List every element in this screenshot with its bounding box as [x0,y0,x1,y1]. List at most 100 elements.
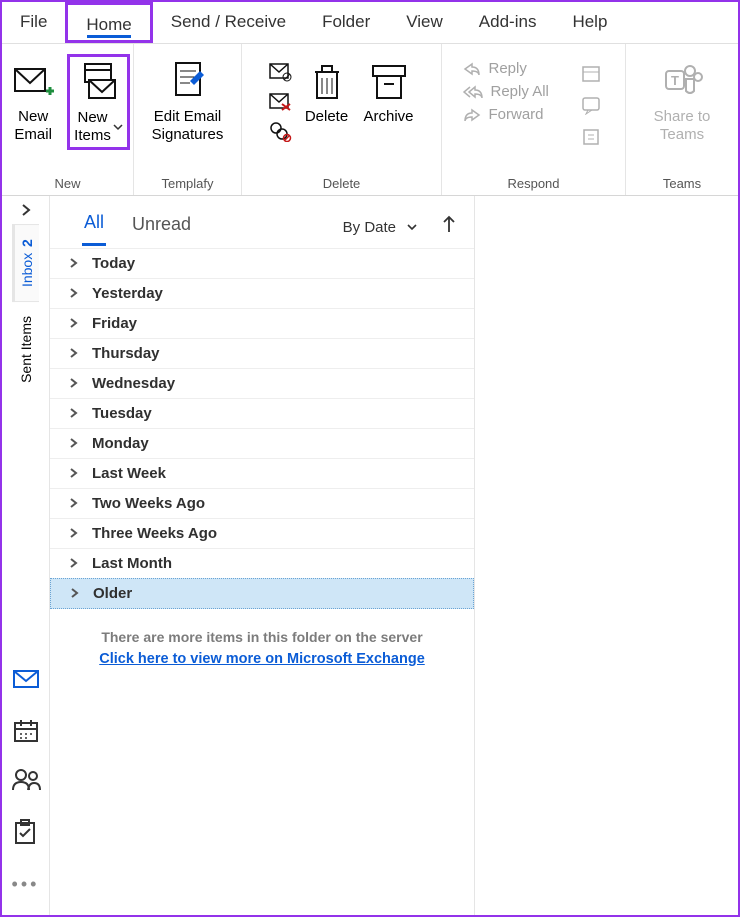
ribbon-tabs: File Home Send / Receive Folder View Add… [2,2,738,44]
meeting-icon[interactable] [579,60,605,86]
group-label: Thursday [92,345,160,362]
reply-all-label: Reply All [491,83,549,100]
group-label: Last Week [92,465,166,482]
group-tuesday[interactable]: Tuesday [50,398,474,428]
ribbon-group-delete: Delete Archive Delete [242,44,442,195]
delete-button[interactable]: Delete [299,54,355,130]
forward-button[interactable]: Forward [463,106,573,123]
list-header: All Unread By Date [50,196,474,248]
filter-unread[interactable]: Unread [130,210,193,245]
chevron-right-icon [68,437,82,451]
nav-tasks-icon[interactable] [12,818,40,844]
share-to-teams-label: Share to Teams [654,108,711,144]
new-email-button[interactable]: New Email [5,54,61,148]
tab-home-label: Home [86,15,131,34]
archive-button[interactable]: Archive [361,54,417,130]
group-templafy-label: Templafy [161,174,213,193]
group-last-week[interactable]: Last Week [50,458,474,488]
nav-calendar-icon[interactable] [12,718,40,744]
cleanup-icon[interactable] [267,118,293,144]
junk-icon[interactable] [267,88,293,114]
group-friday[interactable]: Friday [50,308,474,338]
folder-inbox[interactable]: Inbox 2 [12,224,39,302]
teams-icon: T [660,58,704,106]
chevron-right-icon [68,497,82,511]
arrow-up-icon [442,214,456,234]
reply-all-button[interactable]: Reply All [463,83,573,100]
chevron-right-icon [68,287,82,301]
group-label: Tuesday [92,405,152,422]
chevron-right-icon [68,407,82,421]
group-older[interactable]: Older [50,578,474,609]
group-monday[interactable]: Monday [50,428,474,458]
document-edit-icon [166,58,210,106]
chevron-right-icon [68,317,82,331]
new-items-button[interactable]: New Items [67,54,130,150]
folder-rail: Inbox 2 Sent Items ••• [2,196,50,915]
ignore-icon[interactable] [267,58,293,84]
tab-view[interactable]: View [388,2,461,43]
archive-icon [367,58,411,106]
message-groups: Today Yesterday Friday Thursday Wednesda… [50,248,474,915]
nav-more-icon[interactable]: ••• [12,868,40,897]
sort-by-button[interactable]: By Date [343,219,418,236]
nav-people-icon[interactable] [12,768,40,794]
filter-all[interactable]: All [82,208,106,246]
chevron-right-icon [68,467,82,481]
new-email-label: New Email [14,108,52,144]
svg-text:T: T [671,73,679,88]
reply-button[interactable]: Reply [463,60,573,77]
group-wednesday[interactable]: Wednesday [50,368,474,398]
group-label: Two Weeks Ago [92,495,205,512]
forward-label: Forward [489,106,544,123]
chevron-right-icon [68,377,82,391]
group-label: Older [93,585,132,602]
group-label: Wednesday [92,375,175,392]
group-new-label: New [54,174,80,193]
active-tab-underline [87,35,131,38]
tab-home[interactable]: Home [65,2,152,43]
group-yesterday[interactable]: Yesterday [50,278,474,308]
new-items-icon [77,59,121,107]
ribbon-group-templafy: Edit Email Signatures Templafy [134,44,242,195]
chevron-right-icon [68,557,82,571]
more-items-note: There are more items in this folder on t… [50,609,474,651]
sort-direction-button[interactable] [442,214,456,240]
tab-send-receive[interactable]: Send / Receive [153,2,304,43]
chevron-right-icon [68,347,82,361]
delete-label: Delete [305,108,348,126]
reply-label: Reply [489,60,527,77]
group-label: Three Weeks Ago [92,525,217,542]
inbox-label: Inbox [19,253,35,287]
chevron-down-icon [406,222,418,232]
folder-sent-items[interactable]: Sent Items [14,302,38,397]
group-label: Yesterday [92,285,163,302]
group-three-weeks[interactable]: Three Weeks Ago [50,518,474,548]
edit-email-signatures-button[interactable]: Edit Email Signatures [150,54,226,148]
share-to-teams-button[interactable]: T Share to Teams [652,54,713,148]
tab-file[interactable]: File [2,2,65,43]
group-thursday[interactable]: Thursday [50,338,474,368]
view-more-on-exchange-link[interactable]: Click here to view more on Microsoft Exc… [50,651,474,677]
expand-folder-pane-button[interactable] [12,196,39,224]
group-today[interactable]: Today [50,248,474,278]
mail-plus-icon [11,58,55,106]
group-last-month[interactable]: Last Month [50,548,474,578]
tab-help[interactable]: Help [554,2,625,43]
sent-label: Sent Items [18,316,34,383]
reading-pane [475,196,738,915]
message-list-pane: All Unread By Date Today Yesterday Frida… [50,196,475,915]
more-respond-icon[interactable] [579,124,605,150]
ribbon-group-teams: T Share to Teams Teams [626,44,738,195]
tab-add-ins[interactable]: Add-ins [461,2,555,43]
edit-signatures-label: Edit Email Signatures [152,108,224,144]
archive-label: Archive [363,108,413,126]
nav-mail-icon[interactable] [12,668,40,694]
im-icon[interactable] [579,92,605,118]
chevron-right-icon [68,527,82,541]
tab-folder[interactable]: Folder [304,2,388,43]
chevron-right-icon [68,257,82,271]
group-label: Friday [92,315,137,332]
main-area: Inbox 2 Sent Items ••• All Unread By Dat… [2,196,738,915]
group-two-weeks[interactable]: Two Weeks Ago [50,488,474,518]
